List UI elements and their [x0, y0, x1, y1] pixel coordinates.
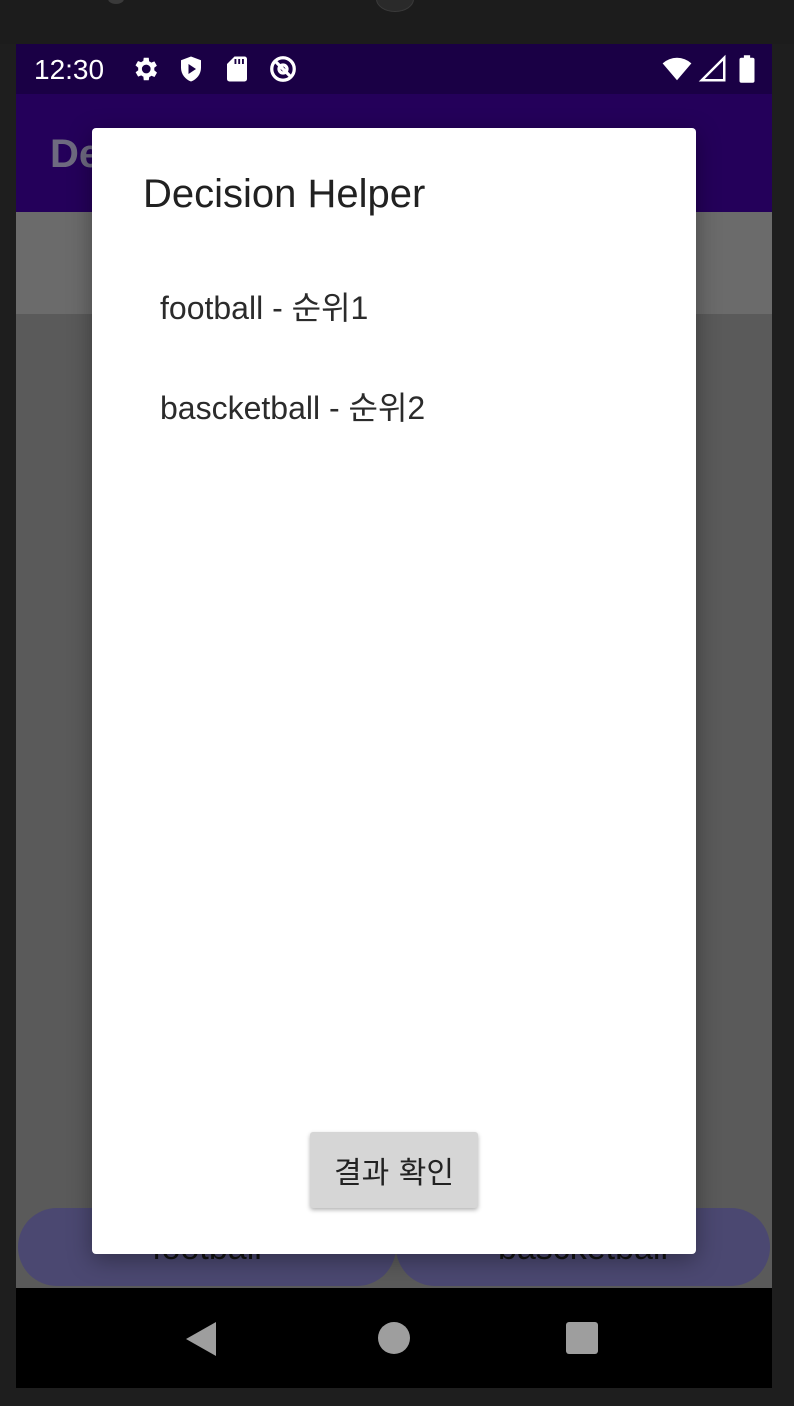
- navigation-bar: [16, 1288, 772, 1388]
- status-time: 12:30: [34, 54, 105, 85]
- decision-dialog: Decision Helper football - 순위1 bascketba…: [92, 128, 696, 1254]
- result-list: football - 순위1 bascketball - 순위2: [92, 258, 696, 458]
- recents-icon[interactable]: [566, 1322, 598, 1354]
- wifi-icon: [662, 57, 692, 81]
- signal-icon: [698, 54, 726, 82]
- gear-icon: [135, 57, 157, 81]
- sensor-dot: [108, 0, 124, 4]
- shield-play-icon: [181, 56, 201, 82]
- home-icon[interactable]: [378, 1322, 410, 1354]
- at-circle-icon: [270, 56, 296, 82]
- result-item[interactable]: bascketball - 순위2: [92, 358, 696, 458]
- dialog-title: Decision Helper: [143, 172, 426, 216]
- result-item[interactable]: football - 순위1: [92, 258, 696, 358]
- confirm-result-button[interactable]: 결과 확인: [310, 1132, 478, 1208]
- sd-card-icon: [227, 56, 247, 82]
- device-bezel-top: [0, 0, 794, 44]
- back-icon[interactable]: [186, 1322, 216, 1356]
- battery-icon: [739, 55, 755, 83]
- camera-lens: [376, 0, 414, 12]
- status-bar: 12:30: [16, 44, 772, 94]
